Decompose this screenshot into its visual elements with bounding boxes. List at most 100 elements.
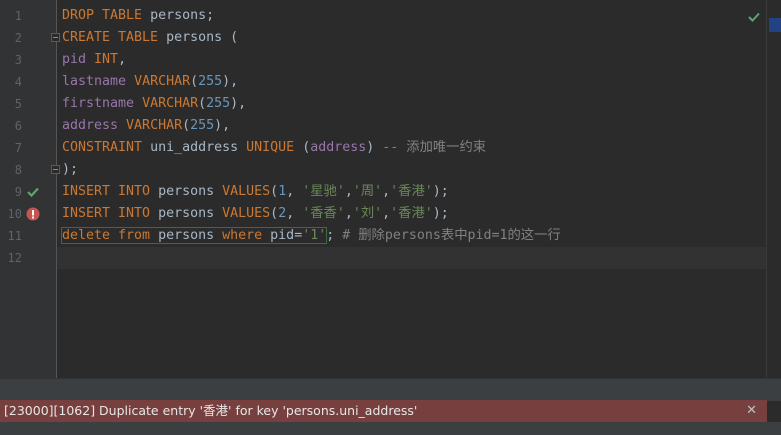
code-line[interactable]: DROP TABLE persons; <box>62 5 751 27</box>
line-number: 10 <box>7 207 22 221</box>
code-token: 2 <box>278 206 287 221</box>
code-token: VALUES <box>222 206 271 221</box>
scrollbar-thumb[interactable] <box>769 18 781 32</box>
code-token: where <box>222 228 271 243</box>
code-token: ( <box>190 74 199 89</box>
code-token: , <box>286 184 303 199</box>
code-line[interactable] <box>62 247 751 269</box>
code-token: ( <box>198 96 207 111</box>
code-line[interactable]: INSERT INTO persons VALUES(1, '星驰','周','… <box>62 181 751 203</box>
code-token: '1' <box>302 228 327 243</box>
code-token: '刘' <box>352 206 383 221</box>
code-token: -- 添加唯一约束 <box>382 140 487 155</box>
code-line[interactable]: delete from persons where pid='1'; # 删除p… <box>60 225 751 247</box>
code-token: CREATE TABLE <box>62 30 167 45</box>
code-token: '星驰' <box>302 184 345 199</box>
close-icon[interactable]: ✕ <box>746 400 757 422</box>
line-number: 6 <box>14 119 22 133</box>
code-token: '周' <box>352 184 383 199</box>
line-number: 8 <box>14 163 22 177</box>
error-message-text: [23000][1062] Duplicate entry '香港' for k… <box>4 403 418 418</box>
line-number: 7 <box>14 141 22 155</box>
code-token: UNIQUE <box>246 140 303 155</box>
code-token: ); <box>62 162 79 177</box>
code-token: '香港' <box>390 184 433 199</box>
code-token: ), <box>222 74 239 89</box>
code-token: , <box>344 206 353 221</box>
code-line[interactable]: address VARCHAR(255), <box>62 115 751 137</box>
code-token: persons; <box>150 8 215 23</box>
line-number: 1 <box>14 9 22 23</box>
code-token: address <box>62 118 127 133</box>
check-icon <box>748 12 760 22</box>
line-number: 9 <box>14 185 22 199</box>
code-token: address <box>310 140 367 155</box>
code-token: ( <box>182 118 191 133</box>
editor-gutter: 1 2 3 4 5 6 7 8 9 10 11 12 <box>0 0 60 378</box>
success-check-icon[interactable] <box>26 185 40 199</box>
code-token: ) <box>366 140 383 155</box>
line-number: 2 <box>14 31 22 45</box>
code-token: persons <box>158 228 223 243</box>
error-message-bar: [23000][1062] Duplicate entry '香港' for k… <box>0 400 767 422</box>
code-token: , <box>382 184 391 199</box>
code-token: , <box>344 184 353 199</box>
code-token: VARCHAR <box>142 96 199 111</box>
line-number: 11 <box>7 229 22 243</box>
code-line[interactable]: lastname VARCHAR(255), <box>62 71 751 93</box>
code-token: ), <box>230 96 247 111</box>
code-token: , <box>286 206 303 221</box>
code-token: lastname <box>62 74 135 89</box>
code-token: INSERT INTO <box>62 184 159 199</box>
code-token: ( <box>270 184 279 199</box>
code-token: 255 <box>198 74 223 89</box>
code-token: INT <box>94 52 119 67</box>
code-token: persons <box>158 206 223 221</box>
code-token: CONSTRAINT <box>62 140 151 155</box>
code-token: pid <box>62 52 95 67</box>
code-token: persons ( <box>166 30 239 45</box>
code-token: , <box>118 52 127 67</box>
code-token: # 删除persons表中pid=1的这一行 <box>342 228 561 243</box>
line-number: 5 <box>14 97 22 111</box>
code-line[interactable]: pid INT, <box>62 49 751 71</box>
code-token: pid= <box>270 228 303 243</box>
code-token: ( <box>270 206 279 221</box>
statement-highlight: delete from persons where pid='1' <box>60 227 328 244</box>
vertical-scrollbar[interactable] <box>766 0 781 378</box>
code-line[interactable]: INSERT INTO persons VALUES(2, '香香','刘','… <box>62 203 751 225</box>
code-line[interactable]: firstname VARCHAR(255), <box>62 93 751 115</box>
code-token: uni_address <box>150 140 247 155</box>
error-icon[interactable] <box>26 207 40 221</box>
code-token: '香港' <box>390 206 433 221</box>
code-token: firstname <box>62 96 143 111</box>
code-editor[interactable]: 1 2 3 4 5 6 7 8 9 10 11 12 DROP TABLE persons; CREAT… <box>0 0 781 378</box>
code-token: 255 <box>206 96 231 111</box>
fold-marker-icon[interactable] <box>51 165 60 174</box>
code-token: ); <box>432 206 449 221</box>
code-token: ( <box>302 140 311 155</box>
code-area[interactable]: DROP TABLE persons; CREATE TABLE persons … <box>60 5 751 269</box>
bottom-status-strip <box>0 422 781 435</box>
code-token: INSERT INTO <box>62 206 159 221</box>
code-token: 255 <box>190 118 215 133</box>
code-token: ), <box>214 118 231 133</box>
code-line[interactable]: CONSTRAINT uni_address UNIQUE (address) … <box>62 137 751 159</box>
code-token: 1 <box>278 184 287 199</box>
code-token: DROP TABLE <box>62 8 151 23</box>
code-token: , <box>382 206 391 221</box>
code-token: persons <box>158 184 223 199</box>
code-token: VARCHAR <box>134 74 191 89</box>
code-token: ; <box>326 228 343 243</box>
line-number: 3 <box>14 53 22 67</box>
line-number: 4 <box>14 75 22 89</box>
code-line[interactable]: CREATE TABLE persons ( <box>62 27 751 49</box>
code-token: delete from <box>62 228 159 243</box>
line-number: 12 <box>7 251 22 265</box>
code-token: VALUES <box>222 184 271 199</box>
code-token: '香香' <box>302 206 345 221</box>
fold-marker-icon[interactable] <box>51 33 60 42</box>
code-token: ); <box>432 184 449 199</box>
code-token: VARCHAR <box>126 118 183 133</box>
code-line[interactable]: ); <box>62 159 751 181</box>
